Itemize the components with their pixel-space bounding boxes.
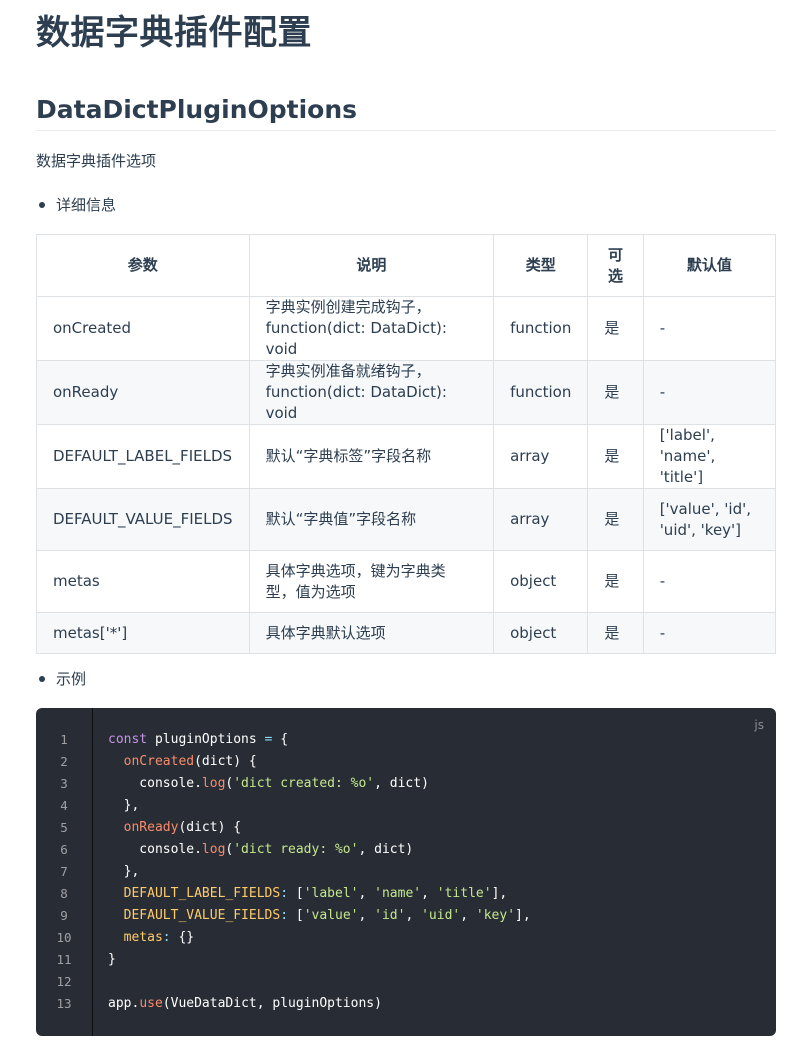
- line-number: 10: [56, 930, 72, 945]
- details-bullet: 详细信息: [36, 194, 116, 216]
- cell-optional: 是: [587, 296, 644, 361]
- code-line: onCreated(dict) {: [123, 754, 257, 769]
- header-optional: 可选: [587, 234, 644, 297]
- cell-desc: 具体字典选项，键为字典类 型，值为选项: [248, 550, 495, 613]
- cell-default: -: [642, 360, 777, 425]
- line-number: 4: [60, 798, 68, 813]
- cell-optional: 是: [587, 424, 644, 489]
- table-row: onCreated 字典实例创建完成钩子， function(dict: Data…: [36, 296, 777, 361]
- code-block[interactable]: 1 2 3 4 5 6 7 8 9 10 11 12 13 js const p…: [36, 708, 776, 1036]
- cell-param: metas['*']: [36, 612, 250, 654]
- cell-type: object: [493, 550, 589, 613]
- table-header-row: 参数 说明 类型 可选 默认值: [36, 234, 777, 297]
- line-number: 1: [60, 732, 68, 747]
- line-number-gutter: 1 2 3 4 5 6 7 8 9 10 11 12 13: [36, 708, 93, 1036]
- cell-default: ['label','name', 'title']: [642, 424, 777, 489]
- bullet-dot-icon: [39, 675, 45, 682]
- line-number: 8: [60, 886, 68, 901]
- example-bullet: 示例: [36, 668, 86, 690]
- cell-default: -: [642, 550, 777, 613]
- line-number: 12: [56, 974, 72, 989]
- cell-desc: 字典实例创建完成钩子， function(dict: DataDict): voi…: [248, 296, 495, 361]
- header-desc: 说明: [248, 234, 495, 297]
- cell-type: function: [493, 296, 589, 361]
- example-label: 示例: [56, 670, 87, 688]
- section-heading[interactable]: DataDictPluginOptions: [36, 92, 776, 131]
- code-line: const pluginOptions = {: [108, 732, 289, 747]
- header-param: 参数: [36, 234, 250, 297]
- section-description: 数据字典插件选项: [36, 152, 157, 170]
- cell-desc: 字典实例准备就绪钩子， function(dict: DataDict): voi…: [248, 360, 495, 425]
- bullet-dot-icon: [39, 201, 45, 208]
- code-line: },: [108, 798, 140, 813]
- header-default: 默认值: [642, 234, 777, 297]
- cell-default: -: [642, 612, 777, 654]
- cell-optional: 是: [587, 612, 644, 654]
- line-number: 2: [60, 754, 68, 769]
- cell-desc: 具体字典默认选项: [248, 612, 495, 654]
- cell-desc: 默认“字典标签”字段名称: [248, 424, 495, 489]
- line-number: 5: [60, 820, 68, 835]
- options-table: 参数 说明 类型 可选 默认值 onCreated 字典实例创建完成钩子， fun…: [36, 234, 777, 654]
- language-label: js: [754, 718, 764, 732]
- cell-param: onCreated: [36, 296, 250, 361]
- code-line: console.log('dict created: %o', dict): [108, 776, 429, 791]
- cell-default: ['value', 'id','uid', 'key']: [642, 488, 777, 551]
- line-number: 6: [60, 842, 68, 857]
- cell-type: array: [493, 424, 589, 489]
- table-row: metas 具体字典选项，键为字典类 型，值为选项 object 是 -: [36, 550, 777, 613]
- code-line: metas: {}: [123, 930, 195, 945]
- code-line: app.use(VueDataDict, pluginOptions): [108, 996, 382, 1011]
- line-number: 11: [56, 952, 72, 967]
- line-number: 3: [60, 776, 68, 791]
- code-line: }: [108, 952, 116, 967]
- cell-type: object: [493, 612, 589, 654]
- cell-param: DEFAULT_LABEL_FIELDS: [36, 424, 250, 489]
- details-label: 详细信息: [56, 196, 117, 214]
- cell-param: onReady: [36, 360, 250, 425]
- line-number: 13: [56, 996, 72, 1011]
- code-line: onReady(dict) {: [123, 820, 242, 835]
- code-line: DEFAULT_VALUE_FIELDS: ['value', 'id', 'u…: [123, 908, 531, 923]
- line-number: 7: [60, 864, 68, 879]
- code-line: console.log('dict ready: %o', dict): [108, 842, 414, 857]
- code-line: },: [108, 864, 140, 879]
- table-row: DEFAULT_VALUE_FIELDS 默认“字典值”字段名称 array 是…: [36, 488, 777, 551]
- table-row: metas['*'] 具体字典默认选项 object 是 -: [36, 612, 777, 654]
- cell-default: -: [642, 296, 777, 361]
- line-number: 9: [60, 908, 68, 923]
- cell-optional: 是: [587, 550, 644, 613]
- cell-type: function: [493, 360, 589, 425]
- table-row: DEFAULT_LABEL_FIELDS 默认“字典标签”字段名称 array …: [36, 424, 777, 489]
- cell-param: DEFAULT_VALUE_FIELDS: [36, 488, 250, 551]
- header-type: 类型: [493, 234, 589, 297]
- cell-optional: 是: [587, 360, 644, 425]
- cell-type: array: [493, 488, 589, 551]
- table-row: onReady 字典实例准备就绪钩子， function(dict: DataDi…: [36, 360, 777, 425]
- cell-param: metas: [36, 550, 250, 613]
- cell-desc: 默认“字典值”字段名称: [248, 488, 495, 551]
- page-title: 数据字典插件配置: [36, 13, 312, 53]
- cell-optional: 是: [587, 488, 644, 551]
- code-line: DEFAULT_LABEL_FIELDS: ['label', 'name', …: [123, 886, 508, 901]
